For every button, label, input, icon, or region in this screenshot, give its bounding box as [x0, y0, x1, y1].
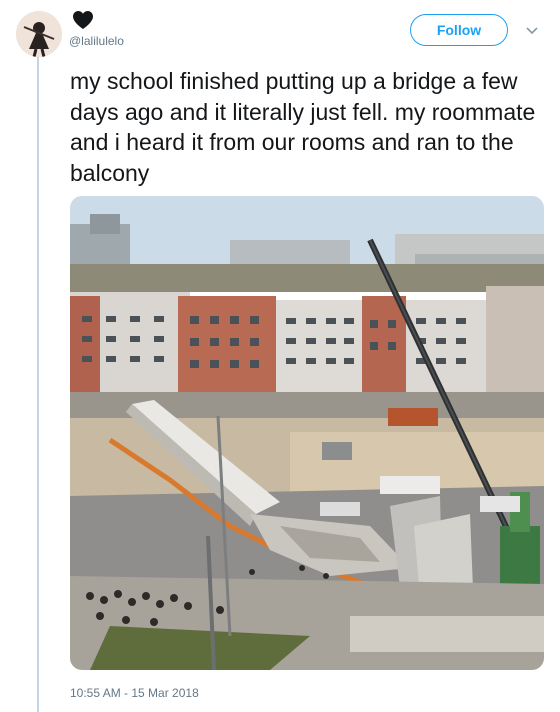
avatar[interactable] — [16, 11, 62, 57]
user-handle[interactable]: @lalilulelo — [69, 34, 124, 48]
thread-connector-line — [37, 56, 39, 712]
follow-button[interactable]: Follow — [410, 14, 508, 46]
chevron-down-icon[interactable] — [522, 20, 542, 40]
heart-icon — [72, 10, 94, 30]
tweet-timestamp[interactable]: 10:55 AM - 15 Mar 2018 — [70, 686, 199, 700]
tweet-text: my school finished putting up a bridge a… — [70, 68, 536, 186]
tweet-photo[interactable] — [70, 196, 544, 670]
